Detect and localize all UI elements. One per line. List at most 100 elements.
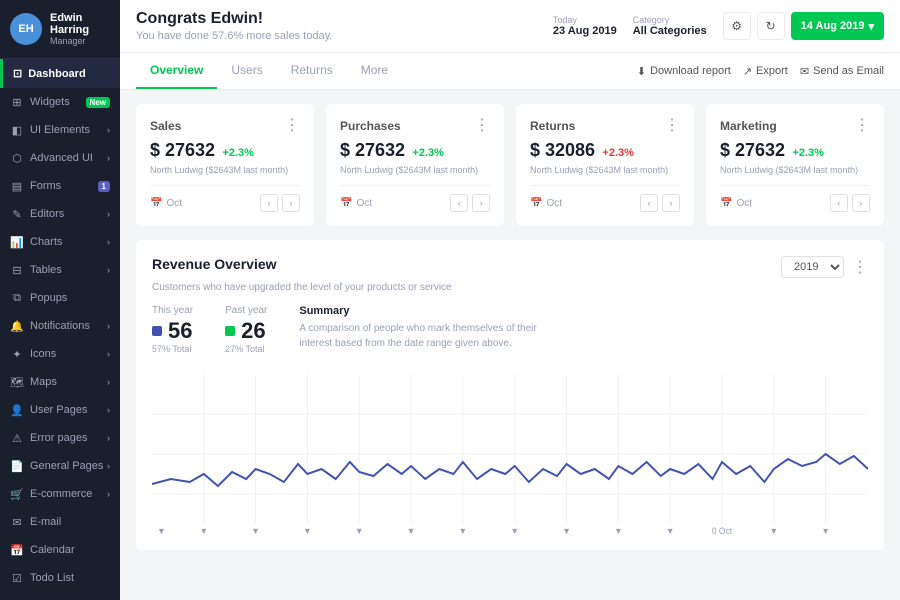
sidebar: EH Edwin Harring Manager ⊡ Dashboard ⊞ W…: [0, 0, 120, 600]
sidebar-item-notifications[interactable]: 🔔 Notifications ›: [0, 312, 120, 340]
svg-text:▼: ▼: [770, 526, 778, 534]
revenue-summary: Summary A comparison of people who mark …: [299, 305, 559, 351]
sidebar-item-error-pages[interactable]: ⚠ Error pages ›: [0, 424, 120, 452]
sidebar-item-tables[interactable]: ⊟ Tables ›: [0, 256, 120, 284]
sidebar-label-tables: Tables: [30, 264, 62, 276]
ecommerce-icon: 🛒: [10, 487, 24, 501]
stat-sub-returns: North Ludwig ($2643M last month): [530, 165, 680, 175]
sidebar-item-maps[interactable]: 🗺 Maps ›: [0, 368, 120, 396]
topbar-right: Today 23 Aug 2019 Category All Categorie…: [553, 12, 884, 40]
revenue-chart: ▼ ▼ ▼ ▼ ▼ ▼ ▼ ▼ ▼ ▼ ▼ 0 Oct ▼ ▼: [152, 374, 868, 534]
summary-text: A comparison of people who mark themselv…: [299, 321, 559, 351]
sidebar-item-calendar[interactable]: 📅 Calendar: [0, 536, 120, 564]
export-button[interactable]: ↗ Export: [743, 65, 788, 78]
maps-icon: 🗺: [10, 375, 24, 389]
sidebar-item-email[interactable]: ✉ E-mail: [0, 508, 120, 536]
tab-returns[interactable]: Returns: [277, 53, 347, 89]
revenue-menu-icon[interactable]: ⋮: [852, 257, 868, 277]
sidebar-item-editors[interactable]: ✎ Editors ›: [0, 200, 120, 228]
revenue-subtitle: Customers who have upgraded the level of…: [152, 282, 868, 293]
stat-sub-sales: North Ludwig ($2643M last month): [150, 165, 300, 175]
download-report-button[interactable]: ⬇ Download report: [637, 65, 731, 78]
tab-overview[interactable]: Overview: [136, 53, 217, 89]
page-subtitle: You have done 57.6% more sales today.: [136, 30, 332, 42]
refresh-button[interactable]: ↻: [757, 12, 785, 40]
calendar-icon: 📅: [720, 198, 732, 209]
tab-more[interactable]: More: [347, 53, 402, 89]
widgets-icon: ⊞: [10, 95, 24, 109]
topbar-left: Congrats Edwin! You have done 57.6% more…: [136, 10, 332, 42]
svg-text:▼: ▼: [200, 526, 208, 534]
stat-prev-marketing[interactable]: ‹: [830, 194, 848, 212]
date-range-button[interactable]: 14 Aug 2019 ▾: [791, 12, 884, 40]
sidebar-item-ui-elements[interactable]: ◧ UI Elements ›: [0, 116, 120, 144]
sidebar-item-dashboard[interactable]: ⊡ Dashboard: [0, 59, 120, 88]
sidebar-item-advanced-ui[interactable]: ⬡ Advanced UI ›: [0, 144, 120, 172]
chevron-right-icon: ›: [107, 433, 110, 443]
stat-value-purchases: $ 27632: [340, 140, 405, 160]
stat-sub-purchases: North Ludwig ($2643M last month): [340, 165, 490, 175]
sidebar-item-widgets[interactable]: ⊞ Widgets New: [0, 88, 120, 116]
today-label: Today: [553, 15, 617, 25]
sidebar-label-ecommerce: E-commerce: [30, 488, 92, 500]
filter-button[interactable]: ⚙: [723, 12, 751, 40]
stat-title-returns: Returns: [530, 119, 575, 133]
advanced-ui-icon: ⬡: [10, 151, 24, 165]
stat-prev-sales[interactable]: ‹: [260, 194, 278, 212]
email-icon: ✉: [10, 515, 24, 529]
stat-next-returns[interactable]: ›: [662, 194, 680, 212]
sidebar-item-user-pages[interactable]: 👤 User Pages ›: [0, 396, 120, 424]
today-date: 23 Aug 2019: [553, 25, 617, 37]
chevron-right-icon: ›: [107, 405, 110, 415]
category-value: All Categories: [633, 25, 707, 37]
avatar: EH: [10, 13, 42, 45]
category-label: Category: [633, 15, 707, 25]
sidebar-item-gallery[interactable]: 🖼 Gallery: [0, 592, 120, 600]
svg-text:▼: ▼: [459, 526, 467, 534]
stat-next-purchases[interactable]: ›: [472, 194, 490, 212]
sidebar-item-charts[interactable]: 📊 Charts ›: [0, 228, 120, 256]
revenue-stats-past: Past year 26 27% Total: [225, 305, 267, 354]
sidebar-item-todo[interactable]: ☑ Todo List: [0, 564, 120, 592]
sidebar-label-ui-elements: UI Elements: [30, 124, 90, 136]
svg-text:▼: ▼: [614, 526, 622, 534]
stat-prev-purchases[interactable]: ‹: [450, 194, 468, 212]
year-select[interactable]: 2019 2018 2017: [781, 256, 844, 278]
category-block: Category All Categories: [633, 15, 707, 37]
chevron-down-icon: ▾: [868, 20, 874, 33]
stat-menu-returns[interactable]: ⋮: [664, 118, 680, 134]
stat-next-marketing[interactable]: ›: [852, 194, 870, 212]
stat-menu-purchases[interactable]: ⋮: [474, 118, 490, 134]
page-title: Congrats Edwin!: [136, 10, 332, 28]
chart-container: ▼ ▼ ▼ ▼ ▼ ▼ ▼ ▼ ▼ ▼ ▼ 0 Oct ▼ ▼: [152, 374, 868, 534]
sidebar-label-error-pages: Error pages: [30, 432, 87, 444]
forms-badge: 1: [98, 181, 110, 192]
stat-prev-returns[interactable]: ‹: [640, 194, 658, 212]
stat-next-sales[interactable]: ›: [282, 194, 300, 212]
rev-stat-past-year: Past year 26 27% Total: [225, 305, 267, 354]
today-block: Today 23 Aug 2019: [553, 15, 617, 37]
export-label: Export: [756, 65, 788, 77]
main-content: Congrats Edwin! You have done 57.6% more…: [120, 0, 900, 600]
this-year-label: This year: [152, 305, 193, 316]
sidebar-item-icons[interactable]: ✦ Icons ›: [0, 340, 120, 368]
stat-menu-sales[interactable]: ⋮: [284, 118, 300, 134]
send-email-button[interactable]: ✉ Send as Email: [800, 65, 884, 78]
topbar-icons: ⚙ ↻ 14 Aug 2019 ▾: [723, 12, 884, 40]
stat-period-returns: Oct: [546, 198, 562, 209]
topbar: Congrats Edwin! You have done 57.6% more…: [120, 0, 900, 53]
sidebar-label-notifications: Notifications: [30, 320, 90, 332]
sidebar-item-popups[interactable]: ⧉ Popups: [0, 284, 120, 312]
sidebar-label-calendar: Calendar: [30, 544, 75, 556]
tab-users[interactable]: Users: [217, 53, 276, 89]
calendar-icon: 📅: [150, 198, 162, 209]
user-name: Edwin Harring: [50, 12, 110, 36]
sidebar-item-general-pages[interactable]: 📄 General Pages ›: [0, 452, 120, 480]
sidebar-item-ecommerce[interactable]: 🛒 E-commerce ›: [0, 480, 120, 508]
sidebar-label-forms: Forms: [30, 180, 61, 192]
sidebar-item-forms[interactable]: ▤ Forms 1: [0, 172, 120, 200]
stat-menu-marketing[interactable]: ⋮: [854, 118, 870, 134]
sidebar-label-advanced-ui: Advanced UI: [30, 152, 93, 164]
svg-text:▼: ▼: [251, 526, 259, 534]
stat-period-sales: Oct: [166, 198, 182, 209]
